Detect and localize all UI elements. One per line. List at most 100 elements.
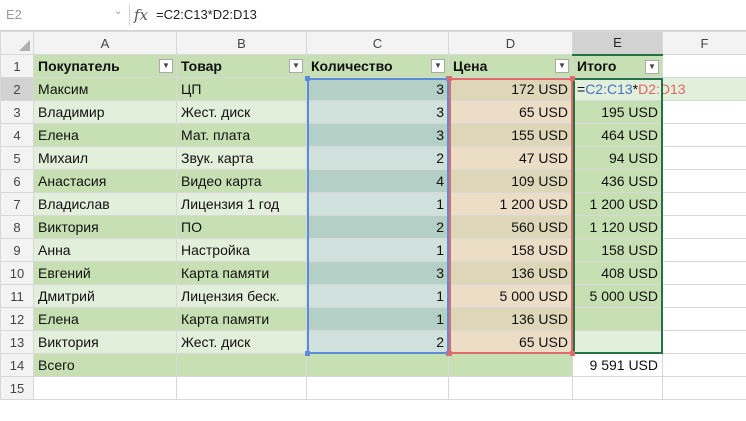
cell-product[interactable]: Видео карта bbox=[176, 169, 307, 193]
row-header[interactable]: 3 bbox=[0, 100, 34, 124]
cell-total[interactable]: 436 USD bbox=[572, 169, 663, 193]
cell-quantity[interactable]: 3 bbox=[306, 261, 449, 285]
filter-dropdown-icon[interactable]: ▼ bbox=[159, 59, 173, 73]
column-header-a[interactable]: A bbox=[33, 31, 177, 55]
header-cell-total[interactable]: Итого ▼ bbox=[572, 54, 663, 78]
cell-quantity[interactable]: 2 bbox=[306, 215, 449, 239]
range-handle[interactable] bbox=[569, 350, 575, 356]
row-header[interactable]: 1 bbox=[0, 54, 34, 78]
header-cell-buyer[interactable]: Покупатель ▼ bbox=[33, 54, 177, 78]
cell-total-editing[interactable]: =C2:C13*D2:D13 bbox=[572, 77, 686, 101]
cell[interactable] bbox=[662, 376, 746, 400]
cell[interactable] bbox=[662, 330, 746, 354]
cell-quantity[interactable]: 2 bbox=[306, 330, 449, 354]
cell-total[interactable]: 1 200 USD bbox=[572, 192, 663, 216]
filter-dropdown-icon[interactable]: ▼ bbox=[289, 59, 303, 73]
cell-total[interactable]: 195 USD bbox=[572, 100, 663, 124]
row-header[interactable]: 9 bbox=[0, 238, 34, 262]
cell[interactable] bbox=[176, 353, 307, 377]
cell-price[interactable]: 65 USD bbox=[448, 100, 573, 124]
cell[interactable] bbox=[662, 146, 746, 170]
cell[interactable] bbox=[572, 376, 663, 400]
total-label[interactable]: Всего bbox=[33, 353, 177, 377]
cell-product[interactable]: Жест. диск bbox=[176, 330, 307, 354]
cell-buyer[interactable]: Анастасия bbox=[33, 169, 177, 193]
cell-total[interactable]: 1 120 USD bbox=[572, 215, 663, 239]
cell[interactable] bbox=[176, 376, 307, 400]
filter-dropdown-icon[interactable]: ▼ bbox=[555, 59, 569, 73]
cell-buyer[interactable]: Анна bbox=[33, 238, 177, 262]
fx-icon[interactable]: fx bbox=[134, 4, 148, 26]
cell-product[interactable]: Жест. диск bbox=[176, 100, 307, 124]
cell-total[interactable]: 464 USD bbox=[572, 123, 663, 147]
filter-dropdown-icon[interactable]: ▼ bbox=[645, 59, 659, 74]
cell-quantity[interactable]: 1 bbox=[306, 284, 449, 308]
cell-price[interactable]: 1 200 USD bbox=[448, 192, 573, 216]
header-cell-product[interactable]: Товар ▼ bbox=[176, 54, 307, 78]
cell-buyer[interactable]: Виктория bbox=[33, 215, 177, 239]
row-header[interactable]: 11 bbox=[0, 284, 34, 308]
row-header[interactable]: 6 bbox=[0, 169, 34, 193]
cell[interactable] bbox=[662, 307, 746, 331]
cell-price[interactable]: 47 USD bbox=[448, 146, 573, 170]
header-cell-price[interactable]: Цена ▼ bbox=[448, 54, 573, 78]
cell-product[interactable]: Мат. плата bbox=[176, 123, 307, 147]
cell-buyer[interactable]: Владислав bbox=[33, 192, 177, 216]
cell-total[interactable]: 158 USD bbox=[572, 238, 663, 262]
row-header[interactable]: 14 bbox=[0, 353, 34, 377]
column-header-d[interactable]: D bbox=[448, 31, 573, 55]
cell-buyer[interactable]: Евгений bbox=[33, 261, 177, 285]
cell[interactable] bbox=[448, 353, 573, 377]
cell[interactable] bbox=[662, 284, 746, 308]
cell-quantity[interactable]: 3 bbox=[306, 100, 449, 124]
row-header[interactable]: 2 bbox=[0, 77, 34, 101]
cell[interactable] bbox=[662, 54, 746, 78]
select-all-corner[interactable] bbox=[0, 31, 34, 55]
row-header[interactable]: 4 bbox=[0, 123, 34, 147]
row-header[interactable]: 5 bbox=[0, 146, 34, 170]
cell-buyer[interactable]: Елена bbox=[33, 123, 177, 147]
column-header-e[interactable]: E bbox=[572, 31, 663, 56]
range-handle[interactable] bbox=[569, 75, 575, 81]
cell-buyer[interactable]: Владимир bbox=[33, 100, 177, 124]
cell-product[interactable]: Карта памяти bbox=[176, 307, 307, 331]
cell[interactable] bbox=[662, 215, 746, 239]
cell-total[interactable] bbox=[572, 307, 663, 331]
cell[interactable] bbox=[662, 353, 746, 377]
cell[interactable] bbox=[306, 376, 449, 400]
cell-price[interactable]: 65 USD bbox=[448, 330, 573, 354]
range-handle[interactable] bbox=[304, 75, 310, 81]
row-header[interactable]: 15 bbox=[0, 376, 34, 400]
cell[interactable] bbox=[662, 123, 746, 147]
range-handle[interactable] bbox=[304, 350, 310, 356]
cell-product[interactable]: Карта памяти bbox=[176, 261, 307, 285]
cell[interactable] bbox=[306, 353, 449, 377]
cell-quantity[interactable]: 1 bbox=[306, 192, 449, 216]
cell-price[interactable]: 560 USD bbox=[448, 215, 573, 239]
cell-price[interactable]: 158 USD bbox=[448, 238, 573, 262]
cell-price[interactable]: 136 USD bbox=[448, 261, 573, 285]
cell-price[interactable]: 109 USD bbox=[448, 169, 573, 193]
cell-quantity[interactable]: 4 bbox=[306, 169, 449, 193]
cell[interactable] bbox=[662, 238, 746, 262]
cell-buyer[interactable]: Максим bbox=[33, 77, 177, 101]
name-box[interactable]: E2 bbox=[0, 4, 128, 26]
cell[interactable] bbox=[448, 376, 573, 400]
chevron-down-icon[interactable]: ⌄ bbox=[114, 6, 122, 17]
cell-buyer[interactable]: Виктория bbox=[33, 330, 177, 354]
cell-buyer[interactable]: Михаил bbox=[33, 146, 177, 170]
cell[interactable] bbox=[662, 169, 746, 193]
cell-total[interactable]: 5 000 USD bbox=[572, 284, 663, 308]
cell-buyer[interactable]: Елена bbox=[33, 307, 177, 331]
cell-price[interactable]: 136 USD bbox=[448, 307, 573, 331]
cell[interactable] bbox=[33, 376, 177, 400]
column-header-f[interactable]: F bbox=[662, 31, 746, 55]
range-handle[interactable] bbox=[446, 75, 452, 81]
cell-quantity[interactable]: 3 bbox=[306, 123, 449, 147]
filter-dropdown-icon[interactable]: ▼ bbox=[431, 59, 445, 73]
cell-quantity[interactable]: 3 bbox=[306, 77, 449, 101]
cell-buyer[interactable]: Дмитрий bbox=[33, 284, 177, 308]
cell-price[interactable]: 172 USD bbox=[448, 77, 573, 101]
column-header-c[interactable]: C bbox=[306, 31, 449, 55]
cell-product[interactable]: Лицензия беск. bbox=[176, 284, 307, 308]
